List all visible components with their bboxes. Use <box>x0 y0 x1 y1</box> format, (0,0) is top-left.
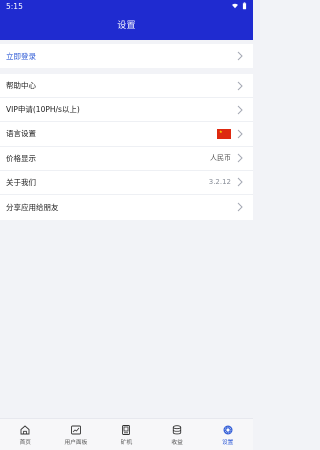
wifi-icon <box>232 3 238 9</box>
settings-list: 帮助中心 VIP申请(10PH/s以上) 语言设置 ★ 价格显示 人民币 关于我… <box>0 74 253 220</box>
chevron-right-icon <box>237 81 243 91</box>
price-display-row[interactable]: 价格显示 人民币 <box>0 147 253 171</box>
china-flag-icon: ★ <box>217 128 231 139</box>
price-display-value: 人民币 <box>210 154 231 163</box>
app-version: 3.2.12 <box>208 178 231 187</box>
language-label: 语言设置 <box>6 129 36 139</box>
about-us-label: 关于我们 <box>6 177 36 187</box>
status-bar: 5:15 <box>0 0 253 12</box>
app-header: 5:15 设置 <box>0 0 253 40</box>
page-title: 设置 <box>117 21 136 31</box>
tab-miners-label: 矿机 <box>120 439 133 446</box>
tab-settings-label: 设置 <box>221 439 234 446</box>
vip-apply-row[interactable]: VIP申请(10PH/s以上) <box>0 98 253 123</box>
vip-apply-label: VIP申请(10PH/s以上) <box>6 105 80 115</box>
about-us-row[interactable]: 关于我们 3.2.12 <box>0 171 253 195</box>
battery-icon <box>242 2 247 10</box>
chevron-right-icon <box>237 105 243 115</box>
language-row[interactable]: 语言设置 ★ <box>0 122 253 147</box>
price-display-label: 价格显示 <box>6 153 36 163</box>
tab-earnings[interactable]: 收益 <box>159 424 195 446</box>
tab-earnings-label: 收益 <box>171 439 183 446</box>
dashboard-icon <box>70 424 82 436</box>
status-time: 5:15 <box>6 1 23 11</box>
share-app-row[interactable]: 分享应用给朋友 <box>0 195 253 219</box>
tab-user-panel[interactable]: 用户面板 <box>58 424 94 446</box>
tab-miners[interactable]: 矿机 <box>108 424 144 446</box>
chevron-right-icon <box>237 153 243 163</box>
settings-icon <box>222 424 234 436</box>
chevron-right-icon <box>237 177 243 187</box>
flag-star-icon: ★ <box>219 128 223 134</box>
login-row[interactable]: 立即登录 <box>0 44 253 68</box>
home-icon <box>19 424 31 436</box>
miner-icon <box>120 424 132 436</box>
bottom-tab-bar: 首页 用户面板 矿机 收益 设置 <box>0 418 253 450</box>
chevron-right-icon <box>237 51 243 61</box>
login-card: 立即登录 <box>0 44 253 68</box>
tab-settings[interactable]: 设置 <box>210 424 246 446</box>
help-center-label: 帮助中心 <box>6 81 36 91</box>
share-app-label: 分享应用给朋友 <box>6 202 59 212</box>
chevron-right-icon <box>237 129 243 139</box>
coin-stack-icon <box>171 424 183 436</box>
status-icons <box>231 2 247 10</box>
chevron-right-icon <box>237 202 243 212</box>
tab-home[interactable]: 首页 <box>7 424 43 446</box>
login-label: 立即登录 <box>6 51 36 61</box>
tab-user-panel-label: 用户面板 <box>64 439 88 446</box>
tab-home-label: 首页 <box>19 439 31 446</box>
help-center-row[interactable]: 帮助中心 <box>0 74 253 99</box>
